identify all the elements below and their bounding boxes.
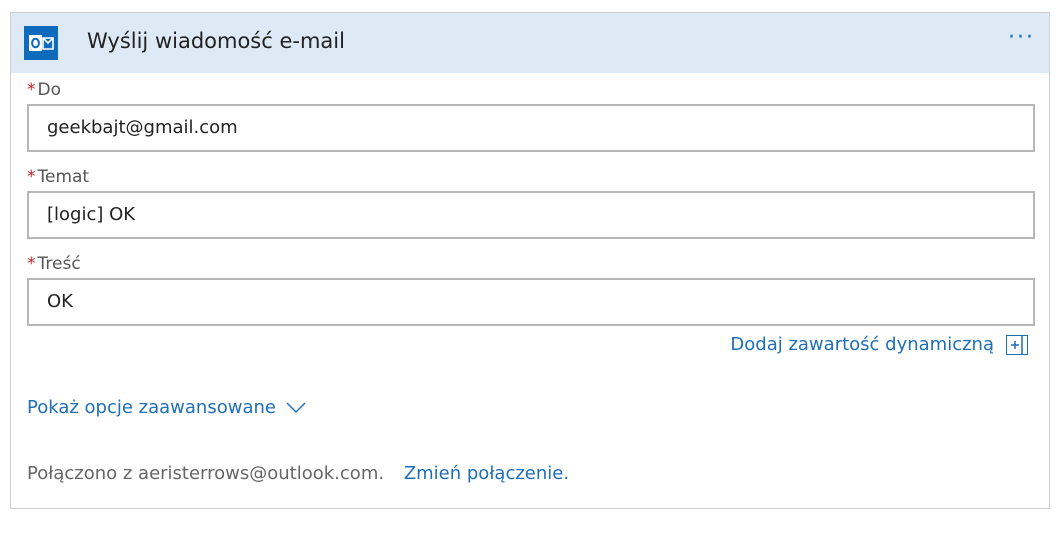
required-mark: * [27,167,36,187]
outlook-icon [24,26,58,60]
body-input[interactable]: OK [27,278,1035,326]
send-email-action-card: Wyślij wiadomość e-mail ··· * Do geekbajt… [10,12,1050,509]
field-label-text: Do [37,80,62,100]
connection-text: Połączono z aeristerrows@outlook.com. [27,463,385,484]
field-label-to: * Do [27,80,61,100]
required-mark: * [27,254,36,274]
field-label-text: Temat [37,167,90,187]
chevron-down-icon [286,401,306,413]
add-dynamic-content-label: Dodaj zawartość dynamiczną [730,334,994,355]
action-header[interactable]: Wyślij wiadomość e-mail ··· [11,13,1049,73]
required-mark: * [27,80,36,100]
connection-info: Połączono z aeristerrows@outlook.com. Zm… [27,463,569,484]
field-label-text: Treść [37,254,81,274]
add-box-icon [1006,334,1028,355]
show-advanced-options-label: Pokaż opcje zaawansowane [27,397,276,418]
to-input[interactable]: geekbajt@gmail.com [27,104,1035,152]
action-title: Wyślij wiadomość e-mail [87,29,345,53]
add-dynamic-content-button[interactable]: Dodaj zawartość dynamiczną [730,334,1028,355]
field-label-body: * Treść [27,254,81,274]
subject-input[interactable]: [logic] OK [27,191,1035,239]
more-options-button[interactable]: ··· [1008,25,1035,50]
field-label-subject: * Temat [27,167,89,187]
show-advanced-options-button[interactable]: Pokaż opcje zaawansowane [27,397,306,418]
change-connection-link[interactable]: Zmień połączenie. [404,463,569,484]
